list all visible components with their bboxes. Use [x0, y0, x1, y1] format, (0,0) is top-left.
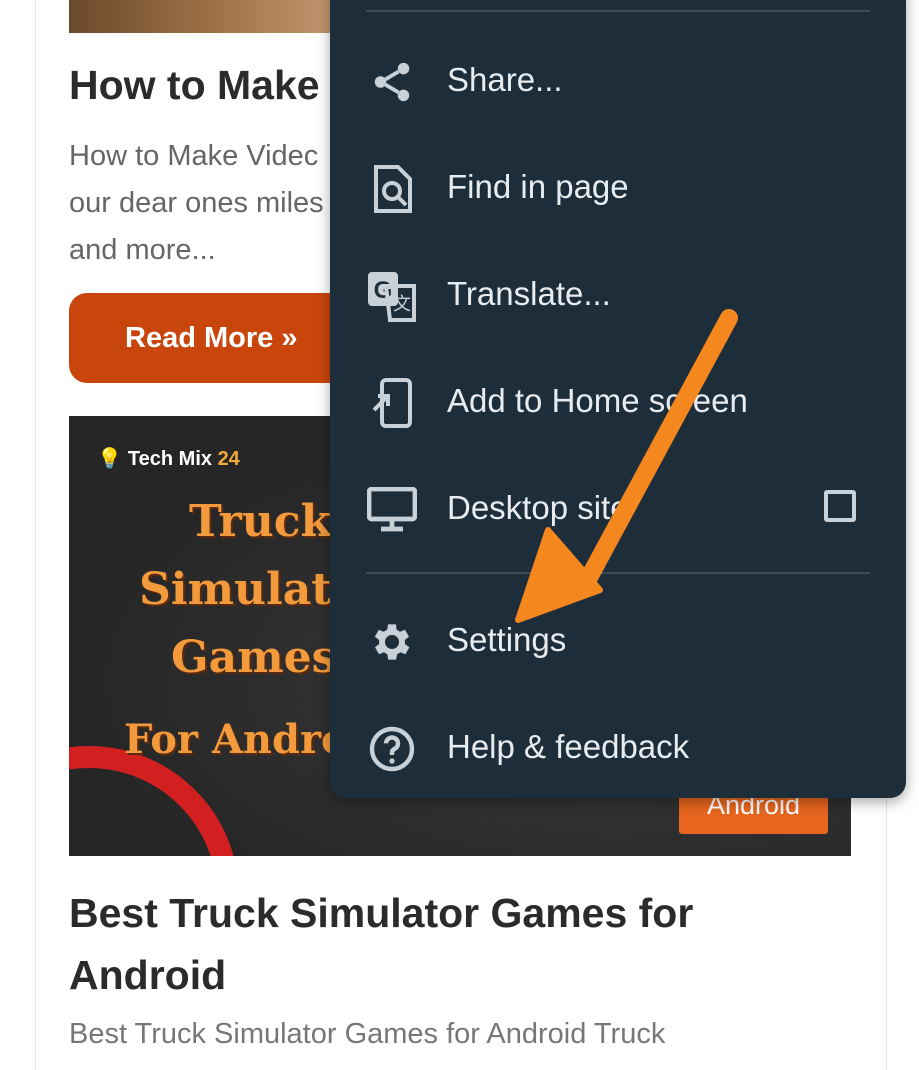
- menu-item-translate[interactable]: G文 Translate...: [330, 244, 906, 344]
- menu-item-label: Add to Home screen: [447, 382, 748, 419]
- add-to-home-icon: [366, 377, 418, 429]
- help-icon: [366, 723, 418, 775]
- share-icon: [366, 56, 418, 108]
- post-image-top[interactable]: [69, 0, 359, 33]
- menu-item-label: Share...: [447, 61, 563, 98]
- post-title-2[interactable]: Best Truck Simulator Games for Android: [69, 882, 849, 1006]
- excerpt-line: How to Make Videc: [69, 140, 319, 172]
- menu-item-label: Desktop site: [447, 489, 629, 526]
- menu-item-settings[interactable]: Settings: [330, 590, 906, 690]
- logo-name: Tech Mix: [127, 448, 212, 470]
- menu-item-label: Help & feedback: [447, 728, 690, 765]
- desktop-icon: [366, 484, 418, 536]
- excerpt-line: and more...: [69, 234, 216, 266]
- svg-text:文: 文: [393, 294, 411, 315]
- post-excerpt-2: Best Truck Simulator Games for Android T…: [69, 1018, 666, 1050]
- menu-item-desktop-site[interactable]: Desktop site: [330, 458, 906, 558]
- menu-item-share[interactable]: Share...: [330, 30, 906, 130]
- thumbnail-text: For Andro: [124, 716, 348, 763]
- thumbnail-text: Simulato: [139, 564, 361, 615]
- menu-item-find-in-page[interactable]: Find in page: [330, 137, 906, 237]
- menu-item-label: Settings: [447, 621, 567, 658]
- menu-divider: [366, 10, 870, 12]
- site-logo: 💡 Tech Mix 24: [97, 446, 240, 471]
- desktop-site-checkbox[interactable]: [824, 490, 856, 522]
- excerpt-line: our dear ones miles: [69, 187, 324, 219]
- lightbulb-icon: 💡: [97, 448, 122, 470]
- read-more-button[interactable]: Read More »: [69, 293, 369, 383]
- logo-number: 24: [217, 448, 240, 470]
- find-in-page-icon: [366, 163, 418, 215]
- translate-icon: G文: [366, 270, 418, 322]
- menu-item-label: Find in page: [447, 168, 629, 205]
- menu-item-add-to-home[interactable]: Add to Home screen: [330, 351, 906, 451]
- gear-icon: [366, 616, 418, 668]
- menu-item-help-feedback[interactable]: Help & feedback: [330, 697, 906, 797]
- thumbnail-text: Games: [171, 632, 337, 683]
- thumbnail-text: Truck: [189, 496, 331, 547]
- overflow-menu: Share... Find in page G文 Translate... Ad…: [330, 0, 906, 798]
- post-title[interactable]: How to Make: [69, 62, 320, 109]
- menu-item-label: Translate...: [447, 275, 611, 312]
- menu-divider: [366, 572, 870, 574]
